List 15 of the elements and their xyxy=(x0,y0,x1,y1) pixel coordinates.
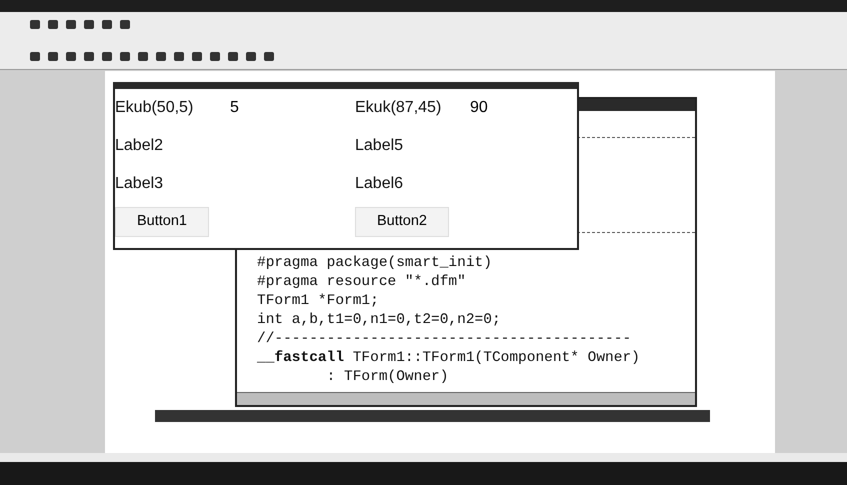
code-line: __fastcall TForm1::TForm1(TComponent* Owner) xyxy=(256,349,641,368)
code-line: TForm1 *Form1; xyxy=(256,292,380,311)
label: Label6 xyxy=(355,174,404,194)
code-line: : TForm(Owner) xyxy=(326,368,450,387)
label: Label3 xyxy=(115,174,164,194)
code-line: //----------------------------------------- xyxy=(256,330,632,349)
code-line: int a,b,t1=0,n1=0,t2=0,n2=0; xyxy=(256,311,502,330)
label: Ekuk(87,45) xyxy=(355,98,442,118)
label: Label2 xyxy=(115,136,164,156)
form-button[interactable]: Button1 xyxy=(115,207,209,237)
form-button[interactable]: Button2 xyxy=(355,207,449,237)
code-line: #pragma resource "*.dfm" xyxy=(256,273,467,292)
label: Ekub(50,5) xyxy=(115,98,194,118)
code-line: #pragma package(smart_init) xyxy=(256,254,493,273)
label: Label5 xyxy=(355,136,404,156)
